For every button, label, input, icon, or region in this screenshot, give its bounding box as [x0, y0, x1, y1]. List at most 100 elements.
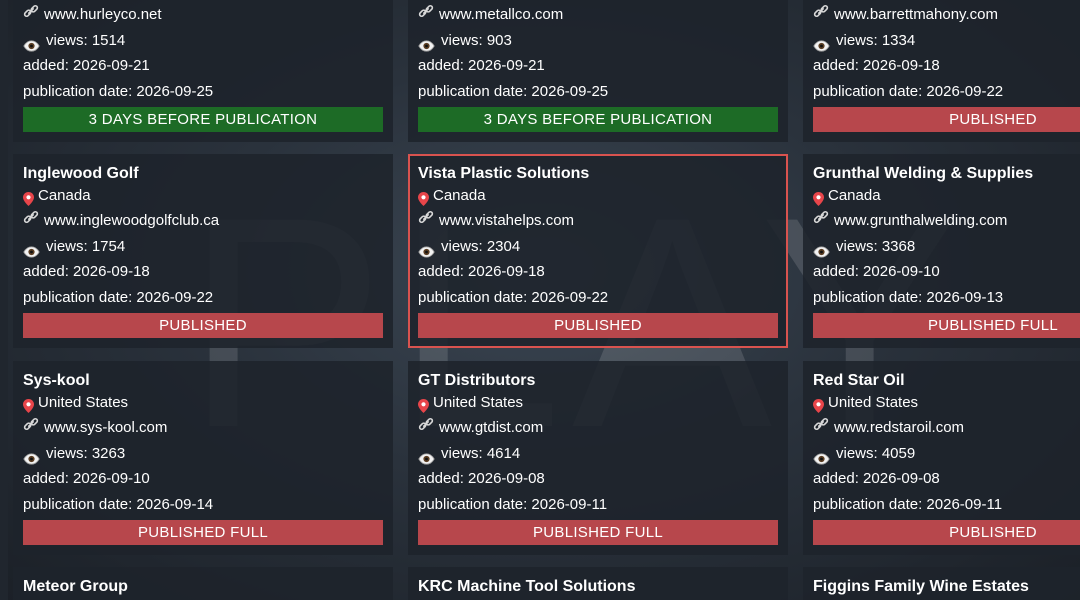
- publication-date: publication date: 2026-09-11: [813, 496, 1003, 514]
- views-row: views: 2304: [418, 234, 778, 260]
- website-row: www.grunthalwelding.com: [813, 208, 1080, 234]
- card-title[interactable]: GT Distributors: [418, 371, 778, 391]
- website-row: www.sys-kool.com: [23, 415, 383, 441]
- eye-icon: [418, 35, 435, 52]
- link-icon: [418, 415, 434, 431]
- views-row: views: 3368: [813, 234, 1080, 260]
- added-date: added: 2026-09-18: [418, 263, 545, 281]
- website-row: www.redstaroil.com: [813, 415, 1080, 441]
- publication-date: publication date: 2026-09-13: [813, 289, 1004, 307]
- listing-card[interactable]: Grunthal Welding & Supplies Canada www.gru…: [803, 154, 1080, 348]
- card-title[interactable]: Red Star Oil: [813, 371, 1080, 391]
- website-row: www.inglewoodgolfclub.ca: [23, 208, 383, 234]
- link-icon: [23, 415, 39, 431]
- status-badge: 3 DAYS BEFORE PUBLICATION: [23, 106, 383, 132]
- listing-card[interactable]: Irelandwww.barrettmahony.comviews: 1334a…: [803, 0, 1080, 142]
- link-icon: [23, 2, 39, 18]
- eye-icon: [813, 448, 830, 465]
- website-link[interactable]: www.vistahelps.com: [439, 208, 574, 234]
- card-title[interactable]: Inglewood Golf: [23, 164, 383, 184]
- country-row: United States: [418, 391, 778, 415]
- listing-card[interactable]: Figgins Family Wine Estates: [803, 567, 1080, 600]
- website-link[interactable]: www.metallco.com: [439, 2, 563, 28]
- eye-icon: [23, 241, 40, 258]
- listing-card[interactable]: Red Star Oil United States www.redstaroil.…: [803, 361, 1080, 555]
- card-title[interactable]: Grunthal Welding & Supplies: [813, 164, 1080, 184]
- listing-card[interactable]: Vista Plastic Solutions Canada www.vistahe…: [408, 154, 788, 348]
- location-pin-icon: [418, 397, 429, 413]
- link-icon: [23, 208, 39, 224]
- listing-card[interactable]: Norwaywww.metallco.comviews: 903added: 2…: [408, 0, 788, 142]
- eye-icon: [23, 35, 40, 52]
- added-date: added: 2026-09-10: [813, 263, 940, 281]
- link-icon: [813, 2, 829, 18]
- country-row: Canada: [418, 184, 778, 208]
- views-count: views: 3368: [836, 237, 916, 255]
- views-count: views: 4059: [836, 444, 916, 462]
- listing-card[interactable]: Inglewood Golf Canada www.inglewoodgolfclu…: [13, 154, 393, 348]
- views-row: views: 1514: [23, 28, 383, 54]
- website-row: www.hurleyco.net: [23, 2, 383, 28]
- listing-card[interactable]: KRC Machine Tool Solutions: [408, 567, 788, 600]
- views-row: views: 1334: [813, 28, 1080, 54]
- status-badge: PUBLISHED FULL: [813, 312, 1080, 338]
- added-date: added: 2026-09-18: [813, 57, 940, 75]
- left-edge-strip: [0, 0, 8, 600]
- views-count: views: 903: [441, 31, 512, 49]
- status-badge: 3 DAYS BEFORE PUBLICATION: [418, 106, 778, 132]
- website-link[interactable]: www.hurleyco.net: [44, 2, 162, 28]
- link-icon: [418, 208, 434, 224]
- publication-date: publication date: 2026-09-11: [418, 496, 608, 514]
- listing-card[interactable]: Sys-kool United States www.sys-kool.com vie…: [13, 361, 393, 555]
- website-row: www.vistahelps.com: [418, 208, 778, 234]
- added-date: added: 2026-09-10: [23, 470, 150, 488]
- card-title[interactable]: Sys-kool: [23, 371, 383, 391]
- eye-icon: [418, 448, 435, 465]
- link-icon: [813, 415, 829, 431]
- listing-card[interactable]: Meteor Group: [13, 567, 393, 600]
- website-link[interactable]: www.inglewoodgolfclub.ca: [44, 208, 219, 234]
- link-icon: [813, 208, 829, 224]
- publication-date: publication date: 2026-09-22: [813, 83, 1004, 101]
- views-count: views: 1514: [46, 31, 126, 49]
- publication-date: publication date: 2026-09-25: [23, 83, 214, 101]
- added-date: added: 2026-09-08: [418, 470, 545, 488]
- added-date: added: 2026-09-08: [813, 470, 940, 488]
- added-date: added: 2026-09-21: [23, 57, 150, 75]
- website-link[interactable]: www.sys-kool.com: [44, 415, 167, 441]
- views-count: views: 1334: [836, 31, 916, 49]
- views-count: views: 2304: [441, 237, 521, 255]
- publication-date: publication date: 2026-09-14: [23, 496, 214, 514]
- card-title[interactable]: Vista Plastic Solutions: [418, 164, 778, 184]
- link-icon: [418, 2, 434, 18]
- website-link[interactable]: www.redstaroil.com: [834, 415, 964, 441]
- views-row: views: 4059: [813, 441, 1080, 467]
- card-title[interactable]: Meteor Group: [23, 577, 383, 597]
- card-title[interactable]: Figgins Family Wine Estates: [813, 577, 1080, 597]
- eye-icon: [813, 241, 830, 258]
- location-pin-icon: [813, 397, 824, 413]
- listing-card[interactable]: United Stateswww.hurleyco.netviews: 1514…: [13, 0, 393, 142]
- website-link[interactable]: www.barrettmahony.com: [834, 2, 998, 28]
- listing-card[interactable]: GT Distributors United States www.gtdist.c…: [408, 361, 788, 555]
- views-row: views: 3263: [23, 441, 383, 467]
- website-row: www.gtdist.com: [418, 415, 778, 441]
- country-label: Canada: [433, 187, 486, 204]
- eye-icon: [23, 448, 40, 465]
- location-pin-icon: [23, 397, 34, 413]
- website-link[interactable]: www.gtdist.com: [439, 415, 543, 441]
- publication-date: publication date: 2026-09-22: [418, 289, 609, 307]
- country-label: United States: [433, 394, 524, 411]
- views-row: views: 903: [418, 28, 778, 54]
- country-row: Canada: [23, 184, 383, 208]
- country-label: Canada: [38, 187, 91, 204]
- views-row: views: 4614: [418, 441, 778, 467]
- status-badge: PUBLISHED FULL: [23, 519, 383, 545]
- publication-date: publication date: 2026-09-25: [418, 83, 609, 101]
- added-date: added: 2026-09-18: [23, 263, 150, 281]
- card-title[interactable]: KRC Machine Tool Solutions: [418, 577, 778, 597]
- status-badge: PUBLISHED: [23, 312, 383, 338]
- publication-date: publication date: 2026-09-22: [23, 289, 214, 307]
- website-link[interactable]: www.grunthalwelding.com: [834, 208, 1007, 234]
- status-badge: PUBLISHED: [813, 106, 1080, 132]
